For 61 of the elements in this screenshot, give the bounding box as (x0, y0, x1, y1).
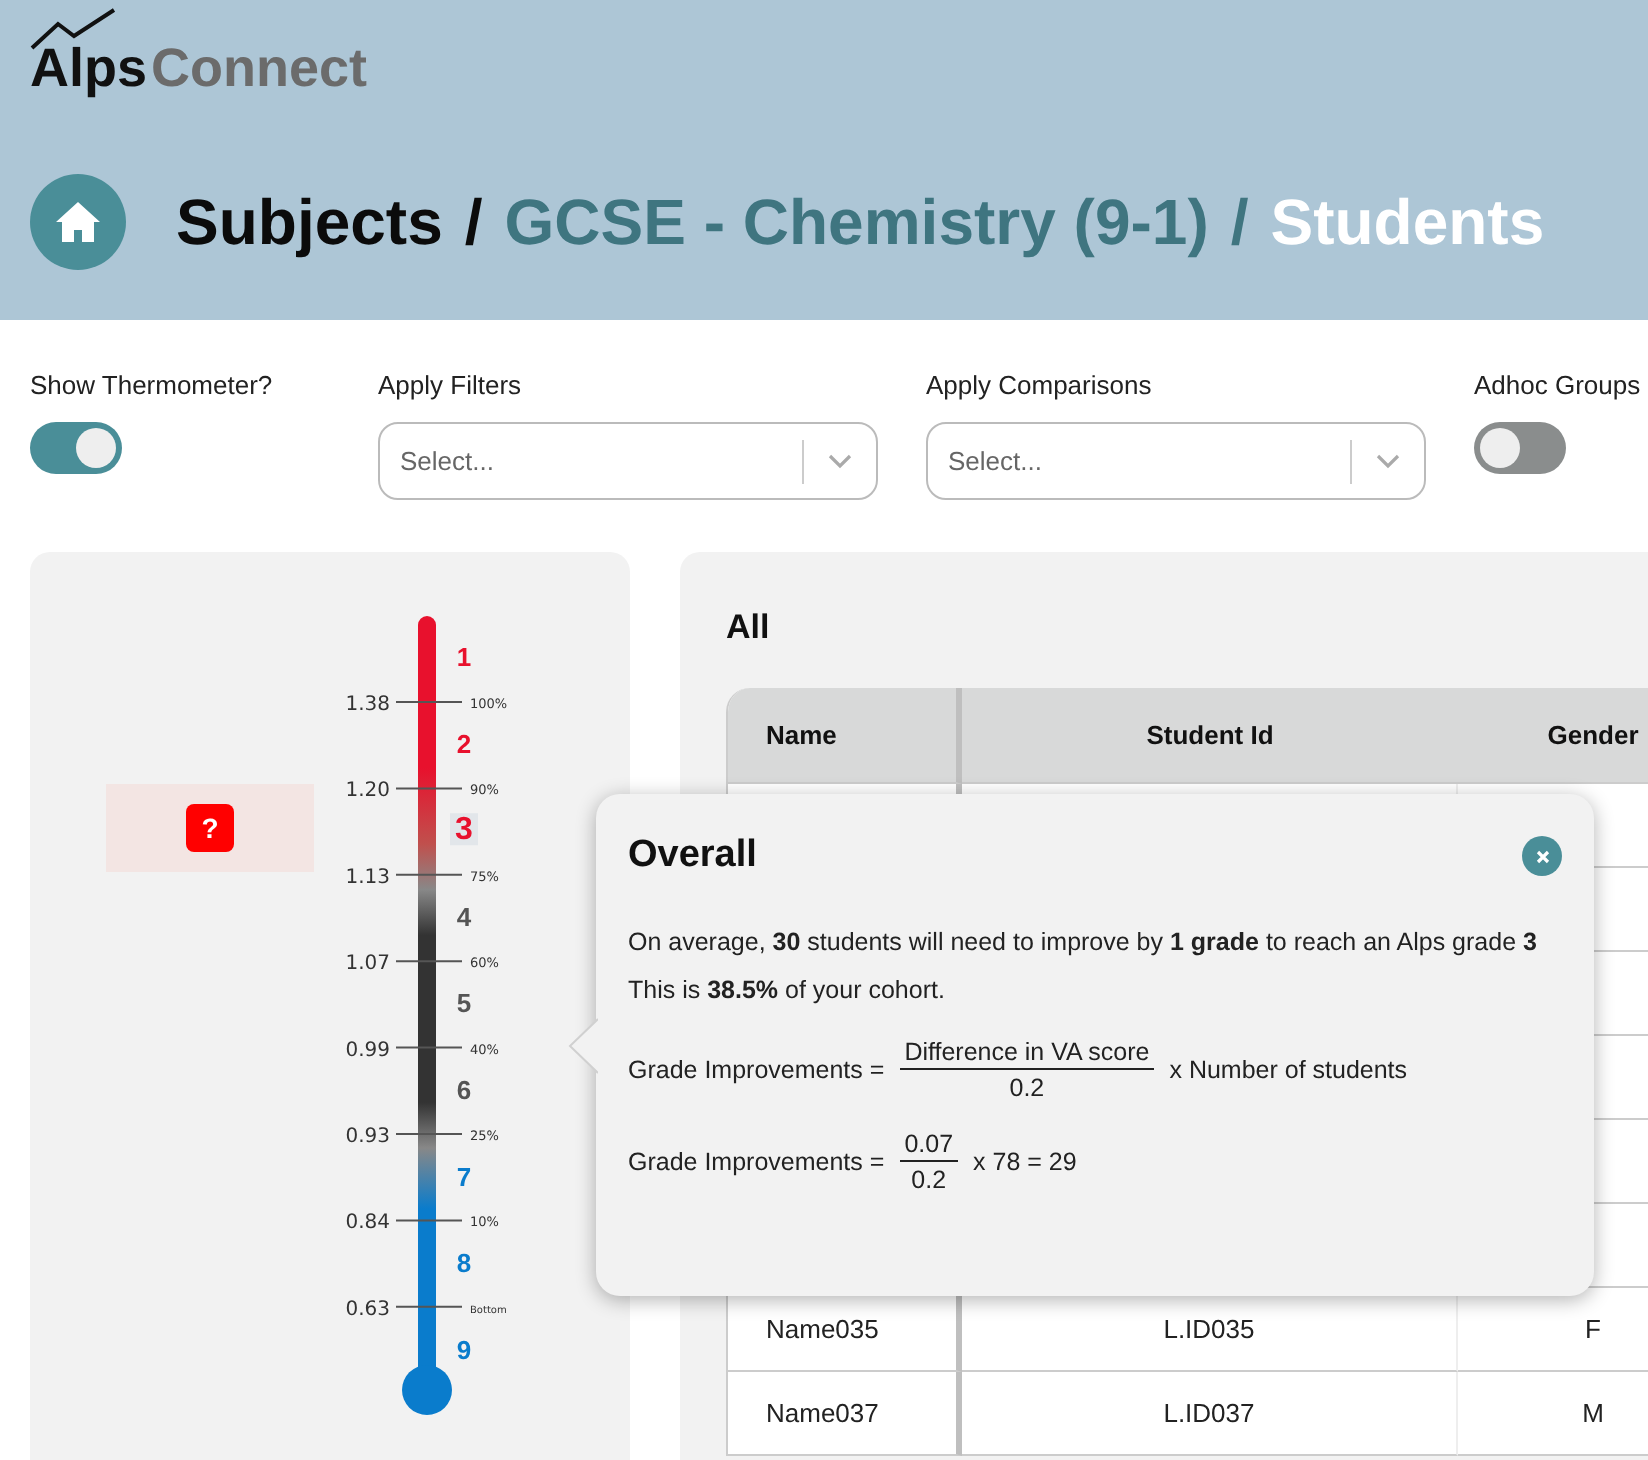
select-field[interactable]: Select... (926, 422, 1426, 500)
breadcrumb-link[interactable]: Subjects (176, 185, 443, 259)
table-cell: M (1458, 1372, 1648, 1456)
formula-label: Grade Improvements = (628, 1056, 885, 1084)
tick-value: 0.63 (345, 1298, 390, 1321)
control-label: Adhoc Groups (1474, 370, 1643, 400)
popover-text: On average, 30 students will need to improve by 1 grade to reach an Alps grade 3 (628, 926, 1539, 960)
question-badge: ? (186, 804, 234, 852)
tick-value: 0.93 (345, 1126, 390, 1148)
column-header[interactable]: Student Id (962, 688, 1458, 784)
home-icon (54, 200, 102, 244)
close-button[interactable] (1522, 836, 1562, 876)
fraction-denominator: 0.2 (1009, 1072, 1045, 1102)
select-field[interactable]: Select... (378, 422, 878, 500)
tick-value: 1.20 (345, 780, 390, 803)
formula-label: Grade Improvements = (628, 1148, 885, 1176)
fraction-numerator: Difference in VA score (900, 1038, 1154, 1070)
control-label: Apply Filters (378, 370, 524, 400)
tick-mark (395, 1219, 463, 1222)
tick-mark (395, 1046, 463, 1049)
tick-mark (395, 1305, 463, 1308)
grade-number: 5 (456, 988, 472, 1019)
toggle-switch[interactable] (30, 422, 122, 474)
table-title: All (726, 608, 772, 648)
tick-value: 0.99 (345, 1039, 390, 1062)
close-icon (1535, 849, 1549, 863)
tick-value: 1.07 (345, 953, 390, 976)
fraction-denominator: 0.2 (911, 1164, 947, 1194)
formula-text: x 78 = 29 (973, 1148, 1077, 1176)
fraction-numerator: 0.07 (900, 1130, 958, 1162)
table-cell: L.ID037 (962, 1372, 1458, 1456)
tick-value: 1.38 (345, 694, 390, 716)
breadcrumb-separator: / (464, 185, 483, 259)
tick-mark (395, 1133, 463, 1135)
grade-number: 6 (456, 1075, 472, 1105)
tick-value: 1.13 (345, 866, 390, 889)
toggle-switch[interactable] (1474, 422, 1566, 474)
tick-mark (395, 701, 463, 703)
tick-mark (395, 873, 463, 876)
logo-text: Connect (151, 38, 368, 100)
breadcrumb-separator: / (1230, 185, 1249, 259)
grade-number: 2 (456, 728, 472, 759)
tick-mark (395, 787, 463, 790)
logo-text: Alps (30, 38, 148, 100)
column-header[interactable]: Gender (1458, 688, 1648, 784)
home-button[interactable] (30, 174, 126, 270)
grade-number: 8 (456, 1248, 472, 1279)
grade-number: 1 (456, 642, 472, 672)
formula-text: x Number of students (1169, 1056, 1408, 1084)
control-label: Apply Comparisons (926, 370, 1154, 400)
control-label: Show Thermometer? (30, 370, 275, 400)
grade-number: 4 (456, 901, 472, 932)
column-header[interactable]: Name (728, 688, 962, 784)
grade-number: 9 (456, 1334, 472, 1365)
tick-value: 0.84 (345, 1212, 390, 1235)
popover-title: Overall (628, 834, 757, 878)
grade-number: 3 (455, 813, 473, 848)
table-cell: Name037 (728, 1372, 962, 1456)
tick-mark (395, 960, 463, 963)
popover-text: This is 38.5% of your cohort. (628, 974, 947, 1008)
grade-number: 7 (456, 1161, 472, 1192)
